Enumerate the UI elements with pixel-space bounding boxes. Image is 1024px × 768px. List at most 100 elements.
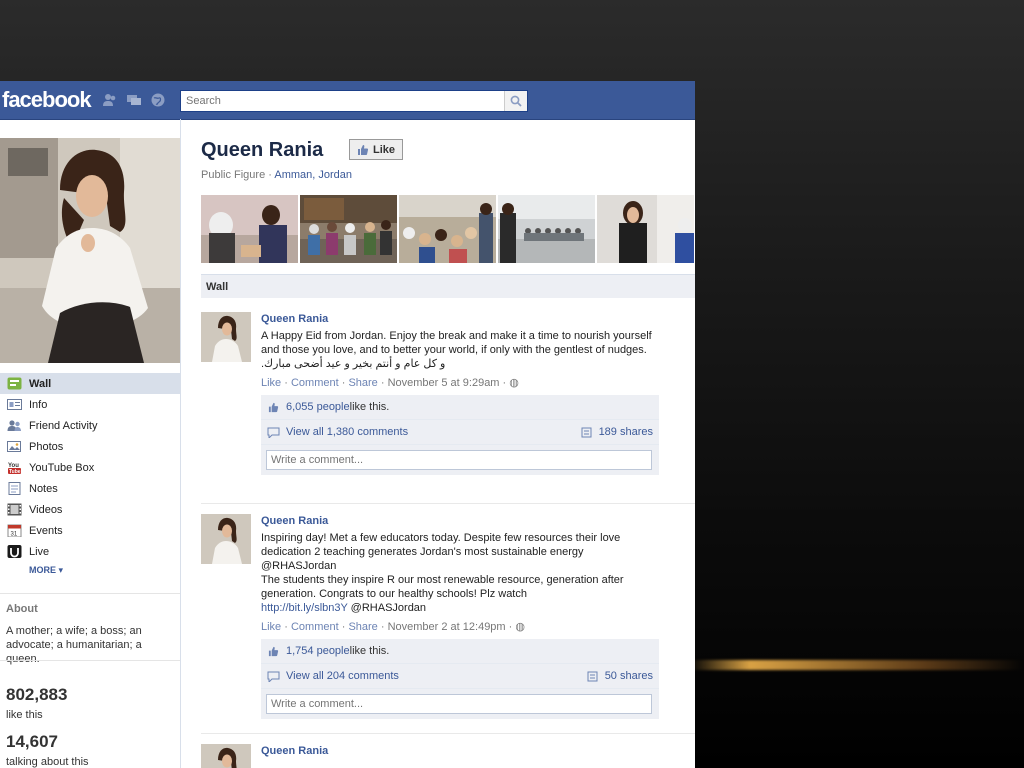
post-author[interactable]: Queen Rania [261,514,659,528]
post-divider [201,733,695,734]
like-link[interactable]: Like [261,377,281,389]
photo-thumbnail[interactable] [498,195,595,263]
wall-tab[interactable]: Wall [201,281,228,293]
stage-light-streak [690,660,1024,670]
divider [0,660,180,661]
comment-link[interactable]: Comment [291,377,339,389]
profile-photo-image [0,138,180,363]
notes-icon [7,482,22,495]
post-actions: Like · Comment · Share · November 2 at 1… [261,621,525,633]
sidebar-item-friend-activity[interactable]: Friend Activity [0,415,180,436]
info-icon [7,398,22,411]
comment-bubble-icon [267,427,280,438]
sidebar-item-info[interactable]: Info [0,394,180,415]
friends-icon [7,419,22,432]
comment-composer [261,445,659,475]
facebook-logo[interactable]: facebook [2,87,92,113]
sidebar-item-photos[interactable]: Photos [0,436,180,457]
events-icon: 31 [7,524,22,537]
photo-thumbnail[interactable] [201,195,298,263]
notifications-globe-icon[interactable] [150,93,166,107]
search-input[interactable] [181,91,511,111]
sidebar-item-label: Info [29,398,48,411]
post-actions: Like · Comment · Share · November 5 at 9… [261,377,519,389]
sidebar-item-label: Videos [29,503,63,516]
search-button[interactable] [504,91,527,111]
sidebar-item-wall[interactable]: Wall [0,373,180,394]
photo-thumbnail[interactable] [597,195,694,263]
dropdown-arrow-icon: ▾ [58,565,64,575]
view-comments-link[interactable]: View all 204 comments [286,670,399,682]
comment-bubble-icon [267,671,280,682]
wall-section-header: Wall [201,274,695,298]
post-feedback-box: 1,754 people like this. View all 204 com… [261,639,659,719]
sidebar-item-youtube-box[interactable]: You Tube YouTube Box [0,457,180,478]
videos-icon [7,503,22,516]
sidebar-item-events[interactable]: 31 Events [0,520,180,541]
sidebar-item-label: Events [29,524,63,537]
shares-link[interactable]: 50 shares [587,670,653,682]
photos-icon [7,440,22,453]
likes-link[interactable]: 1,754 people [286,645,350,657]
likes-label: like this [6,709,43,721]
post-author[interactable]: Queen Rania [261,744,659,758]
thumbs-up-icon [268,646,279,656]
like-page-button[interactable]: Like [349,139,404,160]
post-avatar[interactable] [201,744,251,768]
post-avatar[interactable] [201,514,251,564]
sidebar-item-notes[interactable]: Notes [0,478,180,499]
photo-thumbnail[interactable] [399,195,496,263]
sidebar-item-live[interactable]: Live [0,541,180,562]
like-link[interactable]: Like [261,621,281,633]
shares-link[interactable]: 189 shares [581,426,653,438]
post-divider [201,503,695,504]
likes-count: 802,883 [6,685,68,704]
top-bar: facebook [0,81,695,120]
post-feedback-box: 6,055 people like this. View all 1,380 c… [261,395,659,475]
post-text-arabic: و كل عام و أنتم بخير و عيد أضحى مبارك. [261,358,446,370]
post-author[interactable]: Queen Rania [261,312,659,326]
view-comments-link[interactable]: View all 1,380 comments [286,426,408,438]
more-link[interactable]: MORE ▾ [0,565,180,576]
page-subline: Public Figure · Amman, Jordan [201,169,353,181]
sidebar-item-label: Notes [29,482,58,495]
photo-thumbnail[interactable] [300,195,397,263]
svg-text:31: 31 [11,532,18,538]
post-text-truncated: ▬▬▬ ▬▬ ▬▬▬▬ ▬▬ ▬▬▬ ▬▬▬ ▬▬▬▬ ▬▬ ▬▬▬▬ [261,761,659,767]
post-text: Inspiring day! Met a few educators today… [261,532,624,614]
profile-photo[interactable] [0,138,180,363]
post-timestamp[interactable]: November 5 at 9:29am [388,377,500,389]
post-body: Queen Rania ▬▬▬ ▬▬ ▬▬▬▬ ▬▬ ▬▬▬ ▬▬▬ ▬▬▬▬ … [261,744,659,767]
post-link[interactable]: http://bit.ly/slbn3Y [261,602,348,614]
share-icon [581,427,592,437]
left-sidebar: Wall Info Friend Activity Photos You Tube… [0,119,181,768]
share-icon [587,671,598,681]
comment-composer [261,689,659,719]
live-icon [7,545,22,558]
comments-row: View all 1,380 comments 189 shares [261,420,659,445]
main-content: Queen Rania Like Public Figure · Amman, … [201,119,695,768]
sidebar-item-label: Wall [29,377,52,390]
page-location-link[interactable]: Amman, Jordan [274,169,352,181]
comment-input[interactable] [266,694,652,714]
post-avatar[interactable] [201,312,251,362]
likes-row: 6,055 people like this. [261,395,659,420]
sidebar-item-label: YouTube Box [29,461,95,474]
talking-count: 14,607 [6,732,58,751]
sidebar-item-videos[interactable]: Videos [0,499,180,520]
friend-requests-icon[interactable] [102,93,118,107]
comment-input[interactable] [266,450,652,470]
sidebar-item-label: Photos [29,440,64,453]
talking-label: talking about this [6,756,89,768]
messages-icon[interactable] [126,93,142,107]
public-globe-icon: ◍ [509,377,519,389]
thumbs-up-icon [358,144,369,155]
search-box [180,90,528,112]
sidebar-item-label: Friend Activity [29,419,98,432]
share-link[interactable]: Share [348,621,377,633]
svg-text:Tube: Tube [9,469,21,474]
comment-link[interactable]: Comment [291,621,339,633]
share-link[interactable]: Share [348,377,377,389]
post-timestamp[interactable]: November 2 at 12:49pm [388,621,506,633]
likes-link[interactable]: 6,055 people [286,401,350,413]
